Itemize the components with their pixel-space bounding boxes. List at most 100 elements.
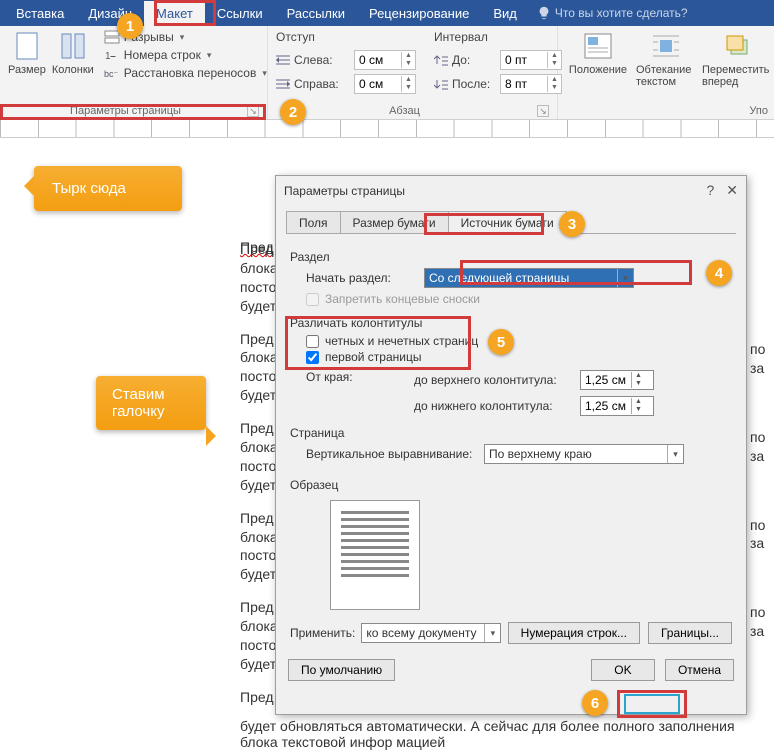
marker-1: 1	[117, 13, 143, 39]
borders-button[interactable]: Границы...	[648, 622, 732, 644]
spacing-before-row: До:▲▼	[434, 50, 562, 70]
spacing-after-input[interactable]: ▲▼	[500, 74, 562, 94]
help-icon[interactable]: ?	[706, 182, 714, 199]
frag: будет	[240, 386, 280, 405]
tab-insert[interactable]: Вставка	[4, 1, 76, 26]
frag: за	[750, 359, 768, 378]
default-button[interactable]: По умолчанию	[288, 659, 395, 681]
spacing-after-icon	[434, 78, 448, 90]
hyphenation-button[interactable]: bc⁻Расстановка переносов▾	[104, 66, 267, 80]
ok-button[interactable]: OK	[591, 659, 655, 681]
spacing-after-row: После:▲▼	[434, 74, 562, 94]
page-setup-launcher-icon[interactable]: ↘	[247, 105, 259, 117]
close-icon[interactable]: ✕	[726, 182, 738, 199]
ruler[interactable]	[0, 120, 774, 138]
apply-to-label: Применить:	[290, 626, 355, 640]
frag: блока	[240, 438, 280, 457]
columns-button[interactable]: Колонки	[52, 30, 94, 76]
dlg-tab-source[interactable]: Источник бумаги	[448, 211, 567, 234]
paragraph-launcher-icon[interactable]: ↘	[537, 105, 549, 117]
dialog-panel: Раздел Начать раздел: Со следующей стран…	[286, 233, 736, 650]
frag: блока	[240, 259, 280, 278]
tab-references[interactable]: Ссылки	[205, 1, 275, 26]
section-start-label: Начать раздел:	[306, 271, 416, 285]
frag: будет	[240, 565, 280, 584]
frag: по	[750, 340, 768, 359]
tell-me-search[interactable]: Что вы хотите сделать?	[537, 6, 688, 20]
headers-footers-group: Различать колонтитулы	[290, 316, 732, 330]
suppress-endnotes-label: Запретить концевые сноски	[325, 292, 480, 306]
tab-mailings[interactable]: Рассылки	[275, 1, 357, 26]
dialog-title: Параметры страницы	[284, 184, 405, 198]
cancel-button[interactable]: Отмена	[665, 659, 734, 681]
indent-right-icon	[276, 78, 290, 90]
section-start-select[interactable]: Со следующей страницы▾	[424, 268, 634, 288]
frag: посто	[240, 546, 280, 565]
paragraph-label: Абзац	[389, 105, 420, 117]
bring-forward-button[interactable]: Переместить вперед	[702, 30, 774, 88]
wrap-text-button[interactable]: Обтекание текстом	[636, 30, 696, 88]
tab-review[interactable]: Рецензирование	[357, 1, 481, 26]
ribbon-tabs: Вставка Дизайн Макет Ссылки Рассылки Рец…	[0, 0, 774, 26]
tab-view[interactable]: Вид	[481, 1, 529, 26]
hyphenation-icon: bc⁻	[104, 66, 120, 80]
frag: за	[750, 534, 768, 553]
dlg-tab-fields[interactable]: Поля	[286, 211, 341, 234]
preview-thumbnail	[330, 500, 420, 610]
line-numbers-button[interactable]: Нумерация строк...	[508, 622, 640, 644]
header-dist-label: до верхнего колонтитула:	[414, 373, 574, 387]
frag: по	[750, 516, 768, 535]
frag: по	[750, 428, 768, 447]
spacing-before-input[interactable]: ▲▼	[500, 50, 562, 70]
group-paragraph: Отступ Слева:▲▼ Справа:▲▼ Интервал До:▲▼…	[268, 26, 558, 119]
size-icon	[11, 30, 43, 62]
first-page-check[interactable]	[306, 351, 319, 364]
page-setup-label: Параметры страницы	[70, 105, 181, 117]
indent-right-row: Справа:▲▼	[276, 74, 416, 94]
dlg-tab-size[interactable]: Размер бумаги	[340, 211, 449, 234]
line-numbers-button[interactable]: 1⎯Номера строк▾	[104, 48, 267, 62]
chevron-down-icon: ▾	[484, 624, 500, 642]
frag: посто	[240, 367, 280, 386]
position-button[interactable]: Положение	[566, 30, 630, 76]
ribbon-body: Размер Колонки Разрывы▾ 1⎯Номера строк▾ …	[0, 26, 774, 120]
frag: посто	[240, 457, 280, 476]
position-icon	[582, 30, 614, 62]
frag: Пред	[240, 509, 280, 528]
marker-6: 6	[582, 690, 608, 716]
chevron-down-icon: ▾	[667, 445, 683, 463]
frag: по	[750, 603, 768, 622]
frag: за	[750, 447, 768, 466]
tab-layout[interactable]: Макет	[144, 1, 205, 26]
suppress-endnotes-check	[306, 293, 319, 306]
valign-select[interactable]: По верхнему краю▾	[484, 444, 684, 464]
arrange-label: Упо	[749, 105, 768, 117]
odd-even-label: четных и нечетных страниц	[325, 334, 478, 348]
size-button[interactable]: Размер	[8, 30, 46, 76]
wrap-icon	[650, 30, 682, 62]
group-page-setup: Размер Колонки Разрывы▾ 1⎯Номера строк▾ …	[0, 26, 268, 119]
indent-right-input[interactable]: ▲▼	[354, 74, 416, 94]
frag: Пред	[240, 330, 280, 349]
dialog-titlebar: Параметры страницы ? ✕	[276, 176, 746, 205]
footer-dist-label: до нижнего колонтитула:	[414, 399, 574, 413]
indent-left-row: Слева:▲▼	[276, 50, 416, 70]
columns-icon	[57, 30, 89, 62]
indent-left-input[interactable]: ▲▼	[354, 50, 416, 70]
frag: блока	[240, 528, 280, 547]
spacing-title: Интервал	[434, 30, 562, 44]
frag: будет	[240, 476, 280, 495]
footer-distance-input[interactable]: ▲▼	[580, 396, 654, 416]
group-arrange: Положение Обтекание текстом Переместить …	[558, 26, 774, 119]
bottom-text: будет обновляться автоматически. А сейча…	[240, 718, 768, 750]
odd-even-check[interactable]	[306, 335, 319, 348]
frag: Пред	[240, 419, 280, 438]
indent-title: Отступ	[276, 30, 416, 44]
valign-label: Вертикальное выравнивание:	[306, 447, 476, 461]
svg-text:1⎯: 1⎯	[105, 51, 116, 62]
apply-to-select[interactable]: ко всему документу▾	[361, 623, 501, 643]
header-distance-input[interactable]: ▲▼	[580, 370, 654, 390]
from-edge-label: От края:	[306, 370, 366, 384]
frag: за	[750, 622, 768, 641]
callout-set-check: Ставим галочку	[96, 376, 206, 430]
